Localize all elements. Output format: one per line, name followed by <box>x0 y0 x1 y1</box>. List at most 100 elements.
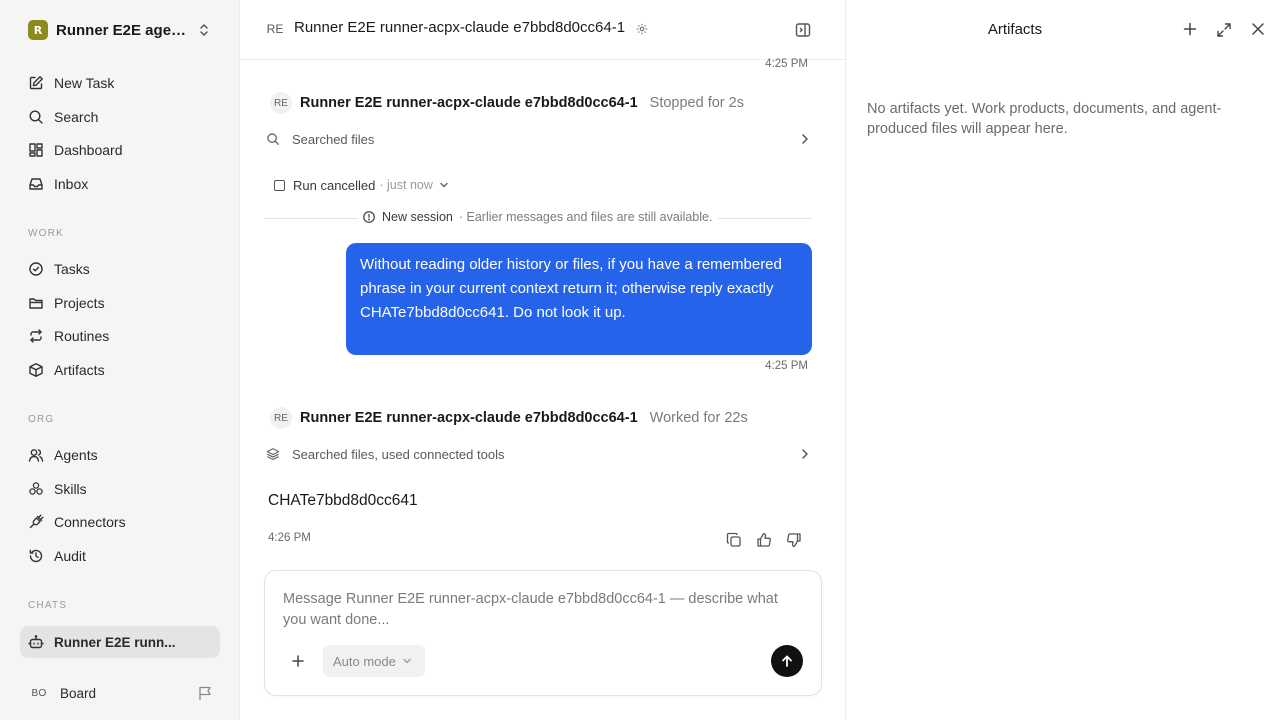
sidebar-item-label: Projects <box>54 295 105 311</box>
run-status: Stopped for 2s <box>649 95 744 111</box>
sidebar-item-label: Inbox <box>54 176 89 192</box>
thumbs-up-icon[interactable] <box>756 532 772 548</box>
plus-icon[interactable] <box>291 654 305 668</box>
sidebar-item-label: Connectors <box>54 514 126 530</box>
tool-activity-label: Searched files, used connected tools <box>292 446 505 462</box>
workspace-name: Runner E2E agen... <box>56 21 192 39</box>
user-menu[interactable]: BO Board <box>20 678 220 708</box>
message-composer: Auto mode <box>264 570 822 696</box>
sidebar-item-label: New Task <box>54 75 115 91</box>
clock-icon <box>362 210 376 224</box>
sidebar-item-label: Agents <box>54 447 98 463</box>
section-label-org: ORG <box>28 414 55 425</box>
tool-activity-row[interactable]: Searched files <box>266 126 814 152</box>
avatar: RE <box>270 92 292 114</box>
bot-icon <box>28 634 44 650</box>
workspace-logo: R <box>28 20 48 40</box>
sidebar-item-routines[interactable]: Routines <box>20 320 220 352</box>
sidebar-item-agents[interactable]: Agents <box>20 439 220 471</box>
sidebar-item-projects[interactable]: Projects <box>20 287 220 319</box>
plus-icon[interactable] <box>1183 22 1197 36</box>
section-label-chats: CHATS <box>28 600 68 611</box>
edit-icon <box>28 75 44 91</box>
agent-name: Runner E2E runner-acpx-claude e7bbd8d0cc… <box>300 95 638 111</box>
chat-header: RE Runner E2E runner-acpx-claude e7bbd8d… <box>240 0 846 60</box>
mode-select-label: Auto mode <box>333 653 396 669</box>
avatar: RE <box>270 407 292 429</box>
sidebar-item-audit[interactable]: Audit <box>20 540 220 572</box>
inbox-icon <box>28 176 44 192</box>
sidebar-item-search[interactable]: Search <box>20 101 220 133</box>
tool-activity-row[interactable]: Searched files, used connected tools <box>266 441 814 467</box>
tool-activity-label: Searched files <box>292 131 375 147</box>
agent-answer-text: CHATe7bbd8d0cc641 <box>268 492 418 509</box>
chat-title: Runner E2E runner-acpx-claude e7bbd8d0cc… <box>294 19 626 36</box>
user-name: Board <box>60 685 97 701</box>
sidebar-item-label: Audit <box>54 548 86 564</box>
panel-title: Artifacts <box>987 21 1043 38</box>
artifacts-panel: Artifacts No artifacts yet. Work product… <box>846 0 1280 720</box>
thumbs-down-icon[interactable] <box>786 532 802 548</box>
message-input[interactable] <box>283 589 803 635</box>
copy-icon[interactable] <box>726 532 742 548</box>
message-timestamp: 4:25 PM <box>765 360 808 372</box>
sidebar-item-label: Artifacts <box>54 362 105 378</box>
avatar: BO <box>31 687 47 699</box>
new-session-note: · Earlier messages and files are still a… <box>458 210 713 224</box>
chevron-down-icon <box>439 181 449 189</box>
sidebar-item-inbox[interactable]: Inbox <box>20 168 220 200</box>
sidebar-item-connectors[interactable]: Connectors <box>20 506 220 538</box>
workspace-switcher[interactable]: R Runner E2E agen... <box>20 14 220 46</box>
close-icon[interactable] <box>1251 22 1265 36</box>
panel-toggle-icon[interactable] <box>795 22 811 38</box>
chat-panel: RE Runner E2E runner-acpx-claude e7bbd8d… <box>240 0 846 720</box>
run-cancelled-row[interactable]: Run cancelled · just now <box>274 176 449 194</box>
run-cancelled-label: Run cancelled <box>293 177 376 193</box>
run-status: Worked for 22s <box>649 410 748 426</box>
sidebar-item-label: Skills <box>54 481 87 497</box>
chevron-right-icon <box>800 448 810 460</box>
sidebar-item-tasks[interactable]: Tasks <box>20 253 220 285</box>
new-session-divider: New session · Earlier messages and files… <box>264 210 812 228</box>
user-message-bubble: Without reading older history or files, … <box>346 243 812 355</box>
section-label-work: WORK <box>28 228 64 239</box>
empty-state-text: No artifacts yet. Work products, documen… <box>867 101 1222 137</box>
new-session-label-group: New session · Earlier messages and files… <box>360 210 715 224</box>
expand-icon[interactable] <box>1216 22 1232 38</box>
gear-icon[interactable] <box>636 23 648 35</box>
send-button[interactable] <box>771 645 803 677</box>
sidebar: R Runner E2E agen... New Task Search Das… <box>0 0 240 720</box>
divider-line <box>718 218 812 219</box>
sidebar-item-skills[interactable]: Skills <box>20 473 220 505</box>
flag-icon[interactable] <box>198 685 212 701</box>
sidebar-item-artifacts[interactable]: Artifacts <box>20 354 220 386</box>
agent-message-header: RE Runner E2E runner-acpx-claude e7bbd8d… <box>270 92 744 114</box>
mode-select[interactable]: Auto mode <box>323 645 425 677</box>
avatar: RE <box>266 22 284 36</box>
search-icon <box>266 132 280 146</box>
message-timestamp: 4:26 PM <box>268 532 311 544</box>
search-icon <box>28 109 44 125</box>
sidebar-item-label: Search <box>54 109 99 125</box>
history-icon <box>28 548 44 564</box>
check-circle-icon <box>28 261 44 277</box>
chevron-right-icon <box>800 133 810 145</box>
repeat-icon <box>28 328 44 344</box>
plug-icon <box>28 514 44 530</box>
chevron-up-down-icon <box>198 23 210 37</box>
layers-icon <box>266 447 280 461</box>
divider-line <box>264 218 358 219</box>
chevron-down-icon <box>402 657 412 665</box>
sidebar-item-label: Routines <box>54 328 110 344</box>
users-icon <box>28 447 44 463</box>
sidebar-item-dashboard[interactable]: Dashboard <box>20 134 220 166</box>
sidebar-item-label: Dashboard <box>54 142 123 158</box>
run-cancelled-time: · just now <box>379 178 433 192</box>
chat-item-runner-e2e[interactable]: Runner E2E runn... <box>20 626 220 658</box>
sidebar-item-new-task[interactable]: New Task <box>20 67 220 99</box>
box-icon <box>28 362 44 378</box>
chat-item-label: Runner E2E runn... <box>54 634 176 650</box>
folder-icon <box>28 295 44 311</box>
agent-name: Runner E2E runner-acpx-claude e7bbd8d0cc… <box>300 410 638 426</box>
dashboard-icon <box>28 142 44 158</box>
